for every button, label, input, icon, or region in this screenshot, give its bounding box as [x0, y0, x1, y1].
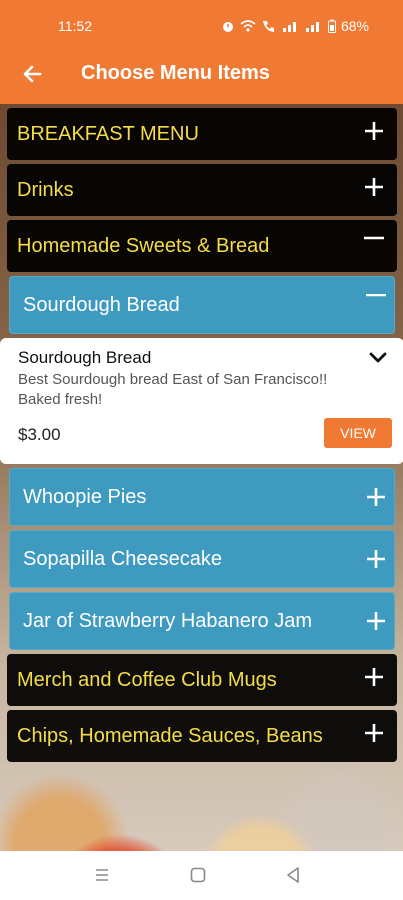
app-bar: Choose Menu Items — [0, 50, 403, 104]
minus-icon[interactable] — [363, 232, 385, 254]
detail-description-line: Baked fresh! — [18, 391, 103, 408]
item-whoopie-pies[interactable]: Whoopie Pies — [9, 468, 395, 526]
category-label: Homemade Sweets & Bread — [17, 235, 270, 257]
minus-icon[interactable] — [365, 294, 387, 316]
plus-icon[interactable] — [363, 176, 385, 198]
back-icon[interactable] — [283, 865, 303, 885]
item-label: Sopapilla Cheesecake — [23, 548, 223, 570]
category-drinks[interactable]: Drinks — [7, 164, 397, 216]
wifi-icon — [240, 20, 256, 32]
item-sopapilla-cheesecake[interactable]: Sopapilla Cheesecake — [9, 530, 395, 588]
recent-apps-icon[interactable] — [92, 865, 112, 885]
category-homemade-sweets-bread[interactable]: Homemade Sweets & Bread — [7, 220, 397, 272]
plus-icon[interactable] — [363, 722, 385, 744]
category-label: Drinks — [17, 179, 74, 201]
alarm-icon — [222, 22, 233, 32]
plus-icon[interactable] — [365, 610, 387, 632]
item-detail-card: Sourdough Bread Best Sourdough bread Eas… — [0, 338, 403, 464]
signal-icon — [282, 22, 296, 32]
status-icons: 68% — [221, 18, 369, 34]
detail-description: Best Sourdough bread East of San Francis… — [18, 370, 402, 410]
category-breakfast-menu[interactable]: BREAKFAST MENU — [7, 108, 397, 160]
status-time: 11:52 — [58, 18, 92, 34]
battery-icon — [327, 19, 336, 33]
call-icon — [262, 21, 274, 32]
item-strawberry-habanero-jam[interactable]: Jar of Strawberry Habanero Jam — [9, 592, 395, 650]
page-title: Choose Menu Items — [81, 62, 270, 84]
plus-icon[interactable] — [363, 666, 385, 688]
chevron-down-icon[interactable] — [368, 350, 388, 364]
item-label: Sourdough Bread — [23, 294, 180, 316]
signal-icon — [305, 22, 319, 32]
item-sourdough-bread[interactable]: Sourdough Bread — [9, 276, 395, 334]
system-nav-bar — [0, 851, 403, 900]
category-chips-sauces-beans[interactable]: Chips, Homemade Sauces, Beans — [7, 710, 397, 762]
plus-icon[interactable] — [363, 120, 385, 142]
status-bar: 11:52 68% — [0, 0, 403, 50]
category-label: Merch and Coffee Club Mugs — [17, 669, 277, 691]
detail-name: Sourdough Bread — [18, 348, 152, 367]
item-label: Whoopie Pies — [23, 486, 147, 508]
menu-list: BREAKFAST MENU Drinks Homemade Sweets & … — [0, 108, 403, 766]
home-icon[interactable] — [188, 865, 208, 885]
detail-description-line: Best Sourdough bread East of San Francis… — [18, 371, 328, 388]
plus-icon[interactable] — [365, 548, 387, 570]
category-label: Chips, Homemade Sauces, Beans — [17, 725, 323, 747]
category-merch-coffee-club-mugs[interactable]: Merch and Coffee Club Mugs — [7, 654, 397, 706]
battery-level: 68% — [340, 18, 369, 34]
detail-price: $3.00 — [18, 425, 61, 444]
plus-icon[interactable] — [365, 486, 387, 508]
item-label: Jar of Strawberry Habanero Jam — [23, 610, 313, 632]
category-label: BREAKFAST MENU — [17, 123, 199, 145]
view-button[interactable]: VIEW — [324, 418, 392, 448]
arrow-left-icon[interactable] — [20, 62, 44, 86]
